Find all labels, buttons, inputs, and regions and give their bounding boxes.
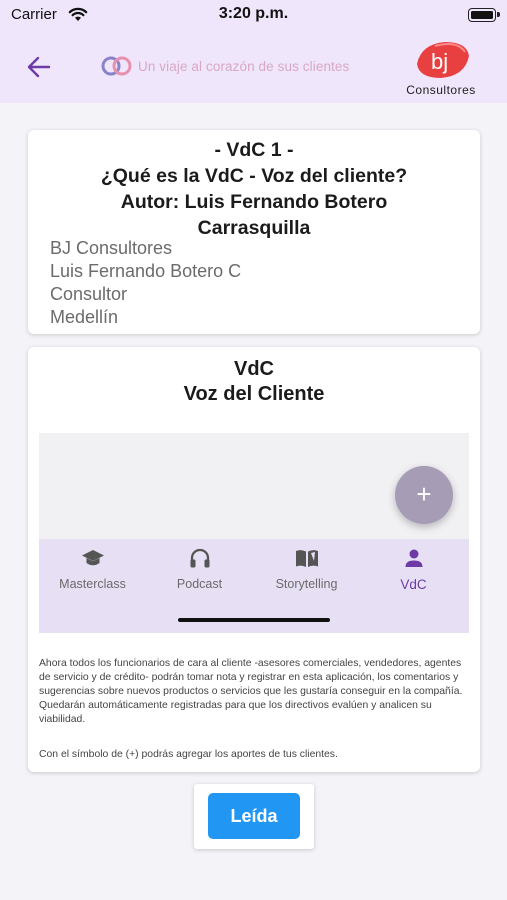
graduation-cap-icon [81, 550, 104, 566]
status-bar: Carrier 3:20 p.m. [0, 0, 507, 32]
brand-name: Consultores [406, 83, 476, 97]
content-card: VdC Voz del Cliente + Masterclass Podcas… [28, 347, 480, 772]
nav-label-storytelling: Storytelling [275, 577, 338, 591]
person-icon [405, 549, 422, 567]
add-fab-illustration: + [395, 466, 453, 524]
svg-text:bj: bj [431, 49, 448, 74]
mark-read-button[interactable]: Leída [208, 793, 300, 839]
article-code: - VdC 1 - [214, 139, 294, 161]
add-hint-text: Con el símbolo de (+) podrás agregar los… [39, 749, 338, 760]
headphones-icon [190, 548, 209, 568]
author-info: BJ Consultores Luis Fernando Botero C Co… [50, 237, 241, 329]
nav-item-storytelling: Storytelling [253, 547, 360, 591]
app-bar: Carrier 3:20 p.m. Un viaje al corazón de… [0, 0, 507, 103]
nav-label-masterclass: Masterclass [59, 577, 126, 591]
preview-bottom-nav: Masterclass Podcast Storytelling VdC [39, 539, 469, 633]
book-icon [295, 550, 318, 567]
author-role: Consultor [50, 284, 128, 304]
home-indicator [178, 618, 330, 622]
brand-logo: bj Consultores [395, 38, 487, 98]
status-time: 3:20 p.m. [218, 5, 289, 22]
article-card: - VdC 1 - ¿Qué es la VdC - Voz del clien… [28, 130, 480, 334]
tagline: Un viaje al corazón de sus clientes [99, 54, 349, 78]
article-heading: - VdC 1 - ¿Qué es la VdC - Voz del clien… [28, 137, 480, 241]
content-title: VdC [234, 358, 274, 380]
article-author-line: Autor: Luis Fernando Botero [120, 191, 388, 213]
company-name: BJ Consultores [50, 238, 173, 258]
nav-label-vdc: VdC [400, 577, 427, 592]
nav-item-vdc: VdC [360, 547, 467, 592]
tagline-text: Un viaje al corazón de sus clientes [138, 58, 350, 74]
bj-logo-mark: bj [417, 42, 469, 78]
description-paragraph: Ahora todos los funcionarios de cara al … [39, 658, 463, 725]
infinity-rings-icon [101, 56, 132, 76]
author-name: Luis Fernando Botero C [50, 261, 242, 281]
read-button-container: Leída [194, 784, 314, 849]
author-city: Medellín [50, 307, 119, 327]
article-title: ¿Qué es la VdC - Voz del cliente? [100, 165, 408, 187]
plus-icon: + [416, 479, 432, 509]
nav-item-podcast: Podcast [146, 547, 253, 591]
screen: Carrier 3:20 p.m. Un viaje al corazón de… [0, 0, 507, 900]
back-arrow-icon[interactable] [26, 54, 52, 80]
battery-icon [468, 8, 500, 22]
nav-label-podcast: Podcast [176, 577, 223, 591]
nav-item-masterclass: Masterclass [39, 547, 146, 591]
app-preview-image: + Masterclass Podcast Storytelling VdC [39, 433, 469, 633]
content-subtitle: Voz del Cliente [183, 383, 325, 405]
